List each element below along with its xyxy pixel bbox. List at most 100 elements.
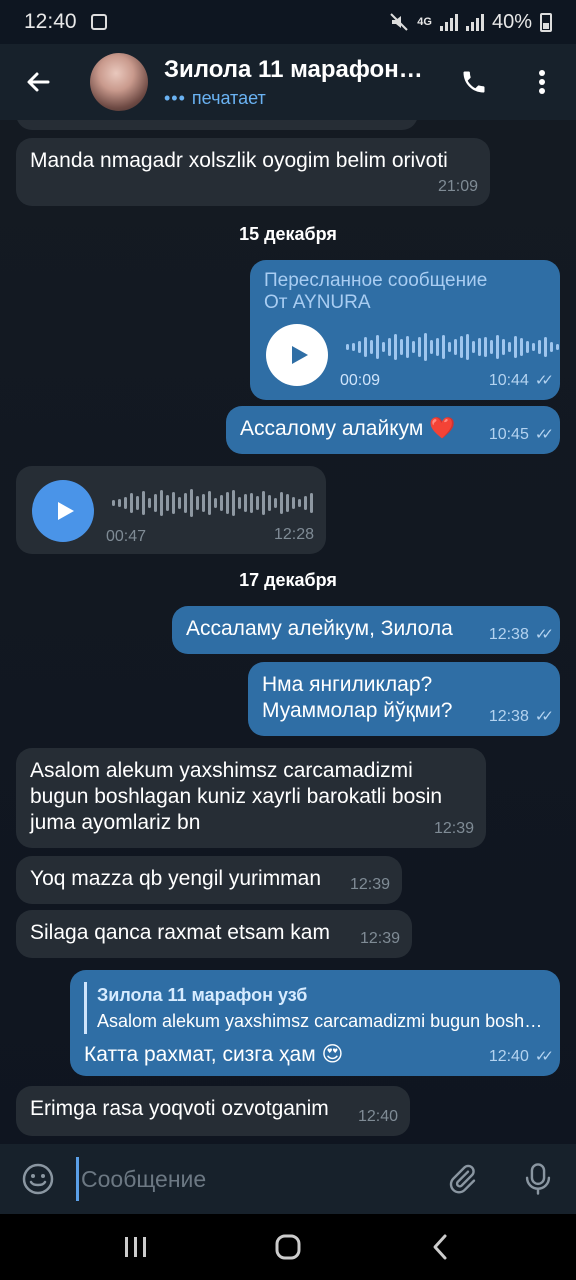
microphone-icon [525, 1163, 551, 1195]
play-icon [58, 502, 74, 520]
waveform-bar [346, 344, 349, 350]
status-time: 12:40 [24, 10, 77, 33]
waveform-bar [250, 493, 253, 513]
message-composer [0, 1144, 576, 1214]
message-time: 21:09 [437, 178, 478, 195]
waveform-bar [214, 498, 217, 508]
avatar[interactable] [90, 53, 148, 111]
message-text: Ассалому алайкум ❤️ [240, 417, 456, 440]
signal-icon-2 [465, 13, 484, 31]
battery-text: 40% [491, 10, 532, 33]
voice-record-button[interactable] [500, 1144, 576, 1214]
play-button[interactable] [266, 324, 328, 386]
message-time: 12:28 [273, 526, 314, 543]
waveform-bar [136, 496, 139, 510]
waveform-bar [520, 338, 523, 356]
emoji-button[interactable] [0, 1144, 76, 1214]
waveform-bar [394, 334, 397, 360]
message-bubble[interactable]: Silaga qanca raxmat etsam kam 12:39 [16, 910, 412, 958]
more-menu-button[interactable] [508, 44, 576, 120]
message-time: 12:38 [488, 708, 529, 725]
notification-icon [90, 14, 107, 30]
message-time: 12:38 [488, 626, 529, 643]
reply-quote[interactable]: Зилола 11 марафон узб Asalom alekum yaxs… [84, 982, 546, 1034]
chat-info[interactable]: Зилола 11 марафон узб ••• печатает [164, 56, 440, 109]
waveform-bar [376, 335, 379, 359]
voice-waveform[interactable] [346, 330, 559, 364]
signal-icon [439, 13, 458, 31]
message-time: 12:39 [433, 820, 474, 837]
waveform-bar [154, 494, 157, 512]
message-time-wrap: 21:09 [438, 174, 478, 200]
message-text: Erimga rasa yoqvoti ozvotganim [30, 1097, 329, 1120]
voice-message[interactable]: 00:47 12:28 [16, 466, 326, 554]
status-bar: 12:40 4G 40% [0, 0, 576, 44]
message-time-wrap: 12:38 ✓✓ [488, 622, 554, 648]
waveform-bar [400, 339, 403, 355]
waveform-bar [538, 340, 541, 354]
message-bubble-cut[interactable] [16, 120, 418, 130]
emoji-icon [22, 1163, 54, 1195]
message-text: Manda nmagadr xolszlik oyogim belim oriv… [30, 149, 448, 172]
waveform-bar [202, 494, 205, 512]
message-bubble[interactable]: Yoq mazza qb yengil yurimman 12:39 [16, 856, 402, 904]
message-time-wrap: 12:40 ✓✓ [488, 1044, 554, 1070]
waveform-bar [370, 340, 373, 354]
waveform-bar [514, 336, 517, 358]
waveform-bar [184, 493, 187, 513]
waveform-bar [226, 492, 229, 514]
waveform-bar [352, 343, 355, 351]
message-time: 12:40 [488, 1048, 529, 1065]
reply-message[interactable]: Зилола 11 марафон узб Asalom alekum yaxs… [70, 970, 560, 1076]
waveform-bar [424, 333, 427, 361]
waveform-bar [148, 498, 151, 508]
waveform-bar [364, 337, 367, 357]
message-input[interactable] [76, 1157, 424, 1201]
waveform-bar [508, 342, 511, 352]
nav-back-button[interactable] [410, 1217, 470, 1277]
message-bubble[interactable]: Erimga rasa yoqvoti ozvotganim 12:40 [16, 1086, 410, 1136]
waveform-bar [430, 340, 433, 354]
message-bubble[interactable]: Asalom alekum yaxshimsz carcamadizmi bug… [16, 748, 486, 848]
voice-waveform[interactable] [112, 486, 313, 520]
date-separator: 15 декабря [239, 224, 337, 244]
waveform-bar [442, 335, 445, 359]
waveform-bar [454, 339, 457, 355]
waveform-bar [220, 495, 223, 511]
waveform-bar [460, 336, 463, 358]
waveform-bar [436, 338, 439, 356]
message-bubble[interactable]: Manda nmagadr xolszlik oyogim belim oriv… [16, 138, 490, 206]
forwarded-voice-message[interactable]: Пересланное сообщение От AYNURA 00:09 10… [250, 260, 560, 400]
waveform-bar [166, 495, 169, 511]
waveform-bar [160, 490, 163, 516]
waveform-bar [418, 337, 421, 357]
read-checks-icon: ✓✓ [534, 372, 554, 389]
play-button[interactable] [32, 480, 94, 542]
waveform-bar [388, 338, 391, 356]
waveform-bar [274, 498, 277, 508]
back-button[interactable] [0, 44, 76, 120]
attach-button[interactable] [424, 1144, 500, 1214]
waveform-bar [478, 338, 481, 356]
waveform-bar [112, 500, 115, 506]
waveform-bar [448, 342, 451, 352]
waveform-bar [256, 496, 259, 510]
call-button[interactable] [440, 44, 508, 120]
waveform-bar [196, 496, 199, 510]
chat-header: Зилола 11 марафон узб ••• печатает [0, 44, 576, 120]
home-button[interactable] [258, 1217, 318, 1277]
waveform-bar [556, 344, 559, 350]
waveform-bar [298, 499, 301, 507]
waveform-bar [406, 336, 409, 358]
battery-icon [540, 12, 552, 32]
read-checks-icon: ✓✓ [534, 1048, 554, 1065]
message-bubble[interactable]: Нма янгиликлар? Муаммолар йўқми? 12:38 ✓✓ [248, 662, 560, 736]
voice-duration: 00:09 [340, 372, 381, 389]
message-list[interactable]: Manda nmagadr xolszlik oyogim belim oriv… [0, 120, 576, 1144]
recent-apps-button[interactable] [106, 1217, 166, 1277]
waveform-bar [208, 491, 211, 515]
read-checks-icon: ✓✓ [534, 426, 554, 443]
message-bubble[interactable]: Ассаламу алейкум, Зилола 12:38 ✓✓ [172, 606, 560, 654]
message-bubble[interactable]: Ассалому алайкум ❤️ 10:45 ✓✓ [226, 406, 560, 454]
waveform-bar [466, 334, 469, 360]
